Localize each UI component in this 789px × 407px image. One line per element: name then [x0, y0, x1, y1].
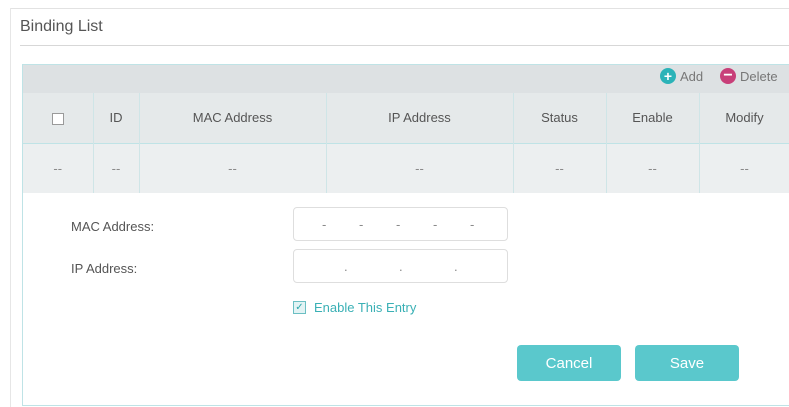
save-button[interactable]: Save — [635, 345, 739, 381]
ip-separator: . — [454, 259, 458, 274]
enable-entry-checkbox[interactable]: ✓ — [293, 301, 306, 314]
mac-separator: - — [359, 217, 364, 232]
mac-separator: - — [396, 217, 401, 232]
select-all-cell[interactable] — [23, 93, 94, 143]
table-cell: -- — [326, 143, 514, 193]
column-header-ip-address: IP Address — [326, 93, 514, 143]
delete-circle-icon: − — [720, 68, 736, 84]
title-divider — [20, 45, 789, 46]
table-cell: -- — [513, 143, 607, 193]
column-header-status: Status — [513, 93, 607, 143]
table-cell: -- — [23, 143, 94, 193]
top-divider — [10, 8, 789, 9]
binding-table: ID MAC Address IP Address Status Enable … — [23, 93, 789, 193]
table-cell: -- — [699, 143, 789, 193]
table-row: -- -- -- -- -- -- -- — [23, 143, 789, 193]
mac-address-label: MAC Address: — [71, 219, 155, 234]
table-cell: -- — [606, 143, 700, 193]
mac-separator: - — [322, 217, 327, 232]
ip-address-label: IP Address: — [71, 261, 138, 276]
ip-address-input[interactable]: . . . — [293, 249, 508, 283]
table-cell: -- — [93, 143, 140, 193]
binding-list-panel: + Add − Delete ID MAC Address IP Address… — [22, 64, 789, 406]
select-all-checkbox[interactable] — [51, 112, 64, 125]
section-title: Binding List — [20, 18, 103, 35]
ip-separator: . — [344, 259, 348, 274]
column-header-enable: Enable — [606, 93, 700, 143]
table-header-row: ID MAC Address IP Address Status Enable … — [23, 93, 789, 143]
add-label: Add — [680, 68, 704, 84]
delete-label: Delete — [740, 68, 778, 84]
enable-entry-label[interactable]: Enable This Entry — [314, 300, 416, 315]
column-header-mac-address: MAC Address — [139, 93, 327, 143]
mac-separator: - — [433, 217, 438, 232]
delete-button[interactable]: − Delete — [720, 68, 778, 84]
column-header-modify: Modify — [699, 93, 789, 143]
left-divider — [10, 8, 11, 407]
table-cell: -- — [139, 143, 327, 193]
ip-separator: . — [399, 259, 403, 274]
cancel-button[interactable]: Cancel — [517, 345, 621, 381]
mac-address-input[interactable]: - - - - - — [293, 207, 508, 241]
table-toolbar: + Add − Delete — [23, 65, 789, 93]
add-circle-icon: + — [660, 68, 676, 84]
enable-entry-row[interactable]: ✓ Enable This Entry — [293, 300, 416, 315]
column-header-id: ID — [93, 93, 140, 143]
add-button[interactable]: + Add — [660, 68, 703, 84]
mac-separator: - — [470, 217, 475, 232]
